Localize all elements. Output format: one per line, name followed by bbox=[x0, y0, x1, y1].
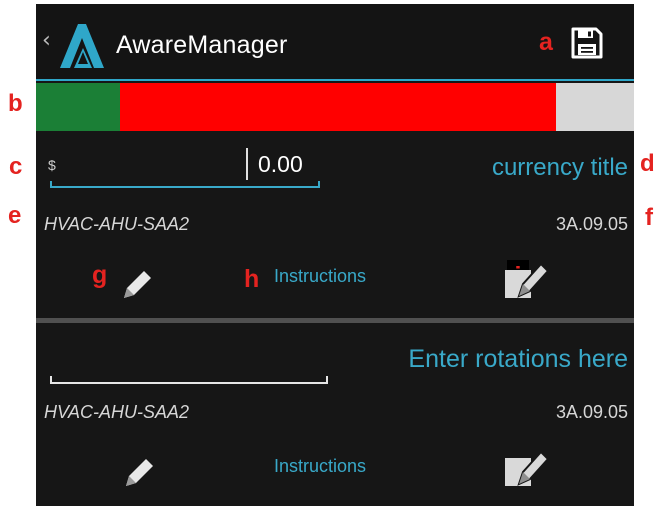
callout-g: g bbox=[92, 261, 108, 289]
currency-title: currency title bbox=[491, 154, 628, 181]
pencil-icon[interactable] bbox=[120, 452, 160, 492]
progress-segment-incomplete bbox=[119, 83, 557, 131]
progress-segment-remaining bbox=[556, 83, 634, 131]
callout-a: a bbox=[539, 28, 553, 56]
text-cursor bbox=[246, 148, 248, 180]
currency-amount-value[interactable]: 0.00 bbox=[258, 151, 303, 178]
progress-segment-complete bbox=[36, 83, 120, 131]
save-icon[interactable] bbox=[570, 26, 604, 60]
callout-h: h bbox=[244, 265, 260, 293]
callout-c: c bbox=[9, 153, 23, 180]
pencil-icon[interactable] bbox=[118, 264, 158, 304]
callout-f: f bbox=[645, 204, 653, 231]
asset-name: HVAC-AHU-SAA2 bbox=[44, 402, 190, 422]
instructions-link[interactable]: Instructions bbox=[274, 456, 366, 477]
rotations-title: Enter rotations here bbox=[408, 345, 628, 373]
currency-amount-input[interactable]: 0.00 bbox=[50, 146, 320, 188]
callout-b: b bbox=[8, 90, 23, 117]
note-edit-icon[interactable] bbox=[501, 444, 551, 490]
note-edit-icon[interactable] bbox=[501, 256, 551, 302]
card-divider bbox=[36, 318, 634, 323]
action-bar: ‹ AwareManager a bbox=[36, 4, 634, 81]
app-title: AwareManager bbox=[116, 31, 288, 59]
aware-logo-icon[interactable] bbox=[56, 22, 112, 68]
asset-code: 3A.09.05 bbox=[555, 402, 628, 422]
app-screen: ‹ AwareManager a $ 0.00 currency title H… bbox=[36, 4, 634, 506]
progress-bar bbox=[36, 83, 634, 131]
rotations-input[interactable] bbox=[50, 356, 328, 384]
callout-e: e bbox=[8, 202, 22, 229]
back-chevron-icon[interactable]: ‹ bbox=[42, 30, 51, 52]
instructions-link[interactable]: Instructions bbox=[274, 266, 366, 287]
callout-d: d bbox=[640, 150, 655, 177]
asset-code: 3A.09.05 bbox=[555, 214, 628, 234]
asset-name: HVAC-AHU-SAA2 bbox=[44, 214, 190, 234]
